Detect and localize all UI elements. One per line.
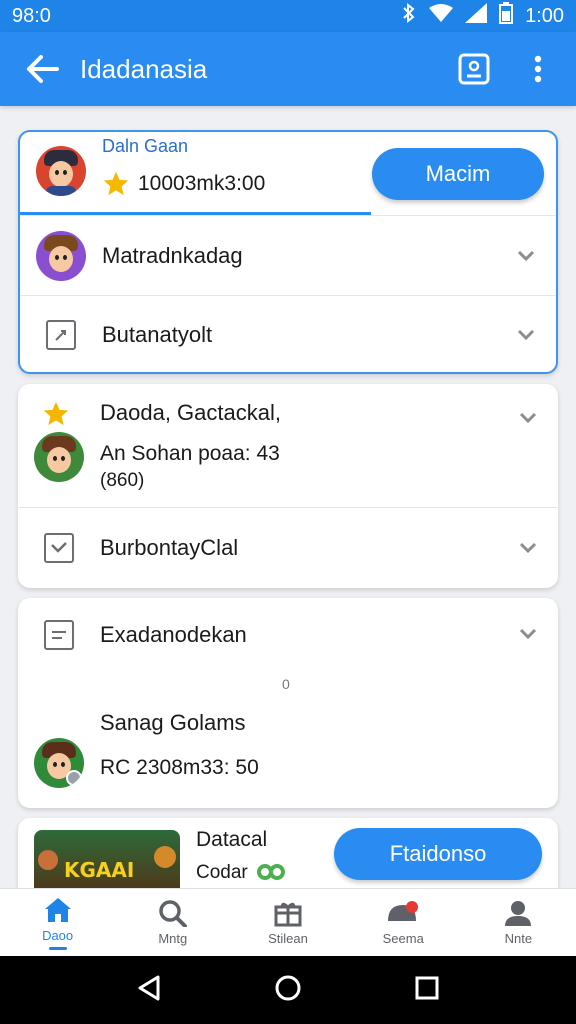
checkbox-icon [44,533,74,563]
square-recents-icon [415,976,439,999]
system-back-button[interactable] [134,973,164,1008]
back-button[interactable] [20,47,64,91]
circle-home-icon [275,975,301,1000]
status-time: 98:0 [12,4,51,27]
list-item[interactable]: BurbontayClal [18,508,558,588]
nav-item-store[interactable]: Stilean [230,889,345,956]
signal-icon [465,3,488,29]
person-icon [505,901,532,926]
player-value: RC 2308m33: 50 [100,756,259,779]
list-item[interactable]: Butanatyolt [20,296,556,372]
list-item[interactable]: Matradnkadag [20,216,556,296]
list-item-label: Matradnkadag [102,242,243,268]
loading-dot: 0 [282,676,290,692]
nav-label: Seema [382,931,424,946]
game-title: Datacal [196,828,268,851]
nav-label: Stilean [268,931,308,946]
contact-card-icon [458,53,490,85]
home-icon [44,897,71,922]
status-bar: 98:0 1:00 [0,0,576,32]
link-icon [256,862,286,887]
game-thumbnail[interactable]: KGAAI [34,830,180,888]
chevron-down-icon [516,246,536,266]
avatar [36,230,86,281]
triangle-back-icon [138,975,160,1000]
profile-value: 10003mk3:00 [138,172,266,195]
game-subtitle: Codar [196,862,248,883]
nav-active-indicator [48,946,67,950]
nav-item-home[interactable]: Daoo [0,889,115,956]
player-name: Sanag Golams [100,710,246,735]
arrow-left-icon [27,55,59,83]
chevron-down-icon [518,624,538,644]
avatar [34,432,84,482]
profile-card-button[interactable] [452,47,496,91]
bluetooth-icon [401,2,417,29]
system-home-button[interactable] [273,973,303,1008]
expand-title: Exadanodekan [100,622,247,647]
avatar [36,146,86,196]
expand-header[interactable]: Exadanodekan [18,598,558,672]
chevron-down-icon [518,538,538,558]
system-nav-bar [0,956,576,1024]
gift-icon [274,902,302,927]
detail-line: An Sohan poaa: 43 [100,442,280,465]
profile-name: Daln Gaan [102,136,189,156]
bottom-nav: Daoo Mntg Stilean Seema Nnte [0,888,576,956]
star-icon [42,400,70,433]
profile-card: Daln Gaan 10003mk3:00 Macim Matradnkadag… [18,130,558,374]
nav-label: Nnte [504,931,533,946]
nav-label: Mntg [158,931,188,946]
list-item-label: BurbontayClal [100,535,239,560]
wifi-icon [429,3,454,29]
detail-card: Daoda, Gactackal, An Sohan poaa: 43 (860… [18,384,558,588]
expand-card: Exadanodekan 0 Sanag Golams RC 2308m33: … [18,598,558,808]
system-recents-button[interactable] [412,973,442,1008]
more-menu-button[interactable] [516,47,560,91]
detail-subline: (860) [100,470,145,491]
document-icon [44,620,74,650]
edit-icon [46,320,76,350]
chevron-down-icon [518,408,538,428]
profile-header[interactable]: Daln Gaan 10003mk3:00 Macim [20,132,556,216]
detail-title: Daoda, Gactackal, [100,400,281,425]
more-vert-icon [534,55,542,83]
list-item-label: Butanatyolt [102,322,213,347]
chevron-down-icon [516,325,536,345]
battery-icon [499,2,514,30]
page-title: Idadanasia [80,53,208,84]
game-card: KGAAI Datacal Codar Ftaidonso [18,818,558,888]
thumbnail-logo-text: KGAAI [64,858,135,882]
nav-item-social[interactable]: Seema [346,889,461,956]
detail-header[interactable]: Daoda, Gactackal, An Sohan poaa: 43 (860… [18,384,558,508]
star-icon [102,170,130,203]
avatar [34,738,84,788]
status-clock: 1:00 [525,4,564,27]
game-action-button[interactable]: Ftaidonso [334,828,542,880]
search-icon [159,900,187,927]
app-bar: Idadanasia [0,32,576,106]
chat-badge-icon [388,901,419,921]
progress-bar [20,212,371,215]
nav-item-profile[interactable]: Nnte [461,889,576,956]
primary-action-button[interactable]: Macim [372,148,544,200]
nav-item-search[interactable]: Mntg [115,889,230,956]
nav-label: Daoo [42,927,74,943]
